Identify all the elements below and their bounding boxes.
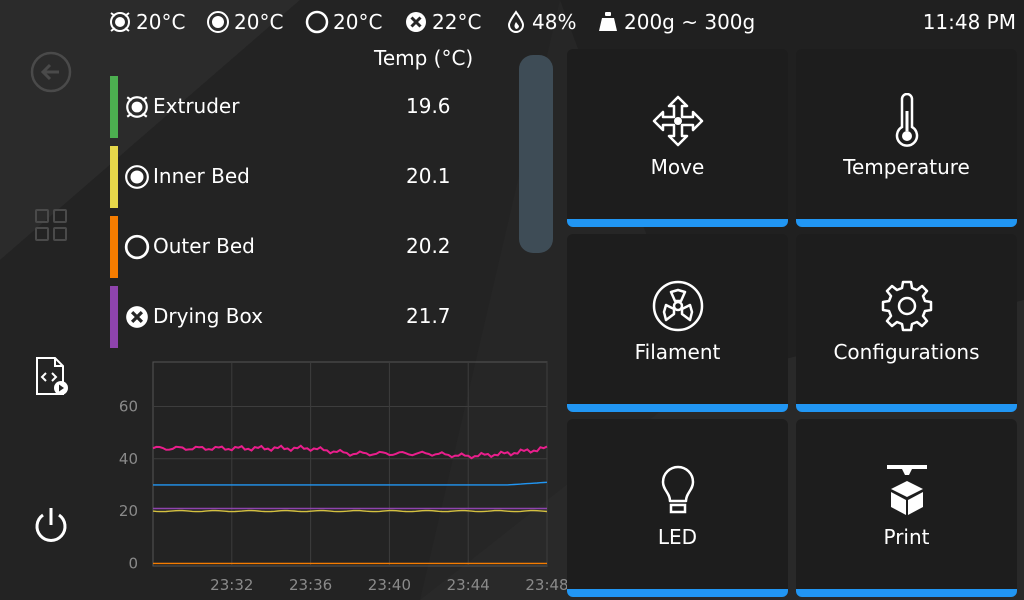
drying-box-status: 22°C xyxy=(404,8,481,36)
x-tick-label: 23:32 xyxy=(210,576,253,594)
drying-box-temp: 22°C xyxy=(432,10,482,34)
extruder-temp: 20°C xyxy=(136,10,186,34)
temp-value: 20.1 xyxy=(406,164,451,188)
macros-button[interactable] xyxy=(24,349,78,403)
tile-label: LED xyxy=(657,525,698,549)
grid-icon xyxy=(35,209,67,241)
accent-bar xyxy=(796,589,1017,597)
temp-row-extruder[interactable]: Extruder 19.6 xyxy=(110,76,490,138)
temp-value: 19.6 xyxy=(406,94,451,118)
humidity-status: 48% xyxy=(504,8,576,36)
temp-value: 21.7 xyxy=(406,304,451,328)
configurations-button[interactable]: Configurations xyxy=(796,234,1017,412)
outer-bed-icon xyxy=(124,234,150,260)
inner-bed-temp: 20°C xyxy=(234,10,284,34)
accent-bar xyxy=(796,404,1017,412)
status-bar: 20°C 20°C 20°C 22°C 48% 200g ~ 300g 11:4… xyxy=(0,0,1024,44)
x-tick-label: 23:44 xyxy=(447,576,490,594)
drying-box-icon xyxy=(126,306,148,328)
series-line xyxy=(152,444,548,460)
tile-label: Temperature xyxy=(843,155,970,179)
humidity-value: 48% xyxy=(532,10,577,34)
move-button[interactable]: Move xyxy=(567,49,788,227)
tile-label: Move xyxy=(650,155,705,179)
extruder-icon xyxy=(110,12,130,32)
accent-bar xyxy=(567,219,788,227)
temp-name: Outer Bed xyxy=(153,234,255,258)
y-tick-label: 20 xyxy=(119,502,138,520)
tile-label: Print xyxy=(883,525,930,549)
accent-bar xyxy=(567,589,788,597)
y-tick-label: 0 xyxy=(128,554,138,572)
temp-row-outer-bed[interactable]: Outer Bed 20.2 xyxy=(110,216,490,278)
temp-name: Inner Bed xyxy=(153,164,250,188)
x-tick-label: 23:48 xyxy=(525,576,568,594)
temp-value: 20.2 xyxy=(406,234,451,258)
filament-button[interactable]: Filament xyxy=(567,234,788,412)
tile-label: Filament xyxy=(634,340,721,364)
temperature-chart: 0 20 40 60 23:32 23:36 23:40 23:44 23:48 xyxy=(119,361,569,594)
move-arrows-icon xyxy=(652,95,703,147)
series-color-swatch xyxy=(110,286,118,348)
print-button[interactable]: Print xyxy=(796,419,1017,597)
extruder-status: 20°C xyxy=(108,8,185,36)
temp-column-header: Temp (°C) xyxy=(374,46,474,70)
y-tick-label: 60 xyxy=(119,397,138,415)
clock: 11:48 PM xyxy=(922,10,1016,34)
inner-bed-status: 20°C xyxy=(206,8,283,36)
temp-row-inner-bed[interactable]: Inner Bed 20.1 xyxy=(110,146,490,208)
outer-bed-status: 20°C xyxy=(305,8,382,36)
humidity-drop-icon xyxy=(507,10,525,33)
accent-bar xyxy=(796,219,1017,227)
extruder-icon xyxy=(126,96,148,118)
temp-row-drying-box[interactable]: Drying Box 21.7 xyxy=(110,286,490,348)
x-tick-label: 23:40 xyxy=(368,576,411,594)
filament-spool-icon xyxy=(652,280,703,332)
x-tick-label: 23:36 xyxy=(289,576,332,594)
file-code-icon xyxy=(36,357,68,395)
series-color-swatch xyxy=(110,76,118,138)
plot-frame xyxy=(152,361,548,567)
series-color-swatch xyxy=(110,216,118,278)
back-button[interactable] xyxy=(24,45,78,99)
led-button[interactable]: LED xyxy=(567,419,788,597)
accent-bar xyxy=(567,404,788,412)
power-icon xyxy=(35,508,67,542)
inner-bed-icon xyxy=(207,11,229,33)
gear-icon xyxy=(881,280,932,332)
lightbulb-icon xyxy=(661,465,694,514)
weight-icon xyxy=(599,12,617,31)
outer-bed-temp: 20°C xyxy=(333,10,383,34)
y-tick-label: 40 xyxy=(119,450,138,468)
outer-bed-icon xyxy=(305,10,329,34)
inner-bed-icon xyxy=(125,165,149,189)
temp-name: Extruder xyxy=(153,94,240,118)
power-button[interactable] xyxy=(24,498,78,552)
temp-list-scrollbar[interactable] xyxy=(519,55,553,253)
thermometer-icon xyxy=(895,93,918,147)
temperature-button[interactable]: Temperature xyxy=(796,49,1017,227)
drying-box-icon xyxy=(406,12,426,32)
tile-label: Configurations xyxy=(833,340,980,364)
series-line xyxy=(153,481,548,486)
temp-name: Drying Box xyxy=(153,304,263,328)
home-button[interactable] xyxy=(24,198,78,252)
back-arrow-icon xyxy=(30,51,72,93)
printer-icon xyxy=(886,465,927,515)
series-color-swatch xyxy=(110,146,118,208)
filament-weight-status: 200g ~ 300g xyxy=(596,8,755,36)
filament-weight: 200g ~ 300g xyxy=(624,10,756,34)
